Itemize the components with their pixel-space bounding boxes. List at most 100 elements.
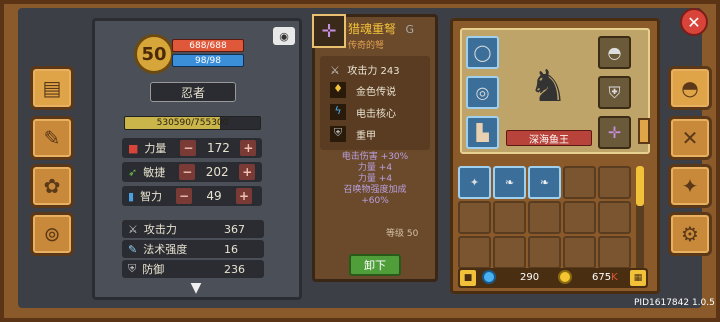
equip-slot-armor[interactable]: ⛨: [598, 76, 631, 109]
tab-codex[interactable]: ▤: [30, 66, 74, 110]
exp-text: 530590/755300: [156, 118, 229, 128]
gold-count: 675K: [592, 272, 618, 283]
crossbow-icon: ✛: [321, 20, 337, 42]
shield-icon: ⛨: [128, 262, 137, 275]
item-grade: G: [405, 23, 415, 36]
inventory-slot[interactable]: [528, 201, 561, 234]
mp-text: 98/98: [195, 55, 221, 66]
inventory-slot[interactable]: [563, 166, 596, 199]
inventory-slot[interactable]: [458, 201, 491, 234]
inventory-scrollbar[interactable]: [636, 166, 644, 270]
stat-label: 智力: [140, 190, 163, 203]
equip-slot-weapon[interactable]: ✛: [598, 116, 631, 149]
tab-crafting[interactable]: ✎: [30, 116, 74, 160]
gold-suffix: K: [611, 272, 618, 283]
unequip-button[interactable]: 卸下: [349, 254, 401, 276]
item-trait: 重甲: [356, 130, 376, 142]
tab-weapons[interactable]: ✕: [668, 116, 712, 160]
close-button[interactable]: ✕: [680, 8, 708, 36]
tab-settings[interactable]: ⚙: [668, 212, 712, 256]
inventory-slot[interactable]: [563, 236, 596, 269]
item-bonus: +60%: [361, 196, 389, 206]
lock-button[interactable]: ■: [460, 270, 476, 286]
agility-plus-button[interactable]: +: [239, 164, 256, 180]
side-toggle[interactable]: [638, 118, 650, 144]
grid-icon: ▦: [633, 273, 643, 283]
exp-bar: 530590/755300: [124, 116, 261, 130]
inventory-slot[interactable]: ❧: [528, 166, 561, 199]
inventory-slot[interactable]: [598, 166, 631, 199]
stat-label: 力量: [144, 142, 167, 155]
scroll-icon: ✎: [43, 126, 61, 150]
strength-minus-button[interactable]: −: [180, 140, 197, 156]
equip-slot-boots[interactable]: ▙: [466, 116, 499, 149]
equip-slot-ring[interactable]: ◎: [466, 76, 499, 109]
item-trait-row: ⛨ 重甲: [330, 126, 376, 142]
stat-label: 敏捷: [143, 166, 166, 179]
sword-icon: ⚔: [330, 64, 340, 77]
class-name: 忍者: [180, 85, 205, 100]
unequip-label: 卸下: [364, 259, 386, 272]
intellect-icon: ▮: [128, 189, 135, 203]
strength-plus-button[interactable]: +: [240, 140, 257, 156]
item-trait-row: ♦ 金色传说: [330, 82, 396, 98]
inventory-slot[interactable]: [528, 236, 561, 269]
item-level: 等级 50: [386, 229, 419, 239]
inventory-slot[interactable]: [598, 236, 631, 269]
derived-row-defense: ⛨ 防御 236: [122, 260, 264, 278]
lightning-icon: ϟ: [330, 104, 346, 120]
stat-row-intellect: ▮ 智力 − 49 +: [122, 186, 262, 206]
inventory-slot[interactable]: [563, 201, 596, 234]
derived-label: 法术强度: [143, 243, 188, 256]
intellect-plus-button[interactable]: +: [236, 188, 253, 204]
flame-icon: ♦: [330, 82, 346, 98]
crossbow-icon: ✛: [607, 123, 622, 142]
inventory-slot[interactable]: ✦: [458, 166, 491, 199]
bone-icon: ✦: [469, 176, 480, 189]
derived-label: 攻击力: [143, 223, 177, 236]
camera-icon: ◉: [279, 29, 289, 43]
item-bonus: 召唤物强度加成: [343, 185, 407, 195]
necklace-icon: ◯: [473, 43, 492, 62]
derived-value: 367: [224, 222, 245, 236]
sort-button[interactable]: ▦: [630, 270, 646, 286]
tab-skills[interactable]: ✦: [668, 164, 712, 208]
gold-icon: [558, 270, 572, 284]
item-trait: 金色传说: [356, 86, 396, 98]
inventory-slot[interactable]: [458, 236, 491, 269]
star-icon: ✦: [681, 174, 699, 198]
equip-slot-helmet[interactable]: ◓: [598, 36, 631, 69]
paw-icon: ✿: [43, 174, 61, 198]
item-title: 猎魂重弩 G: [348, 20, 414, 37]
derived-value: 16: [224, 242, 238, 256]
hp-text: 688/688: [189, 40, 227, 51]
item-trait: 电击核心: [356, 108, 396, 120]
strength-icon: ■: [128, 141, 139, 155]
inventory-slot[interactable]: ❧: [493, 166, 526, 199]
tab-vehicle[interactable]: ⊚: [30, 212, 74, 256]
inventory-slot[interactable]: [493, 236, 526, 269]
character-name: 深海鱼王: [529, 134, 569, 146]
gear-icon: ⚙: [681, 222, 699, 246]
scrollbar-thumb[interactable]: [636, 166, 644, 206]
inventory-slot[interactable]: [598, 201, 631, 234]
tab-pets[interactable]: ✿: [30, 164, 74, 208]
armor-icon: ⛨: [330, 126, 346, 142]
wand-icon: ✎: [128, 242, 138, 256]
agility-minus-button[interactable]: −: [179, 164, 196, 180]
helmet-icon: ◓: [607, 43, 622, 62]
agility-icon: ➶: [128, 165, 138, 179]
derived-value: 236: [224, 262, 245, 276]
item-rarity: 传奇的弩: [348, 41, 385, 51]
item-icon: ✛: [312, 14, 346, 48]
sword-icon: ⚔: [128, 222, 138, 236]
intellect-minus-button[interactable]: −: [176, 188, 193, 204]
tab-equipment[interactable]: ◓: [668, 66, 712, 110]
item-bonus: 电击伤害 +30%: [341, 152, 409, 162]
build-id: PID1617842 1.0.5: [634, 298, 715, 308]
equip-slot-necklace[interactable]: ◯: [466, 36, 499, 69]
camera-button[interactable]: ◉: [273, 27, 295, 45]
inventory-slot[interactable]: [493, 201, 526, 234]
more-stats-button[interactable]: ▼: [180, 281, 212, 295]
ring-icon: ◎: [475, 83, 490, 102]
